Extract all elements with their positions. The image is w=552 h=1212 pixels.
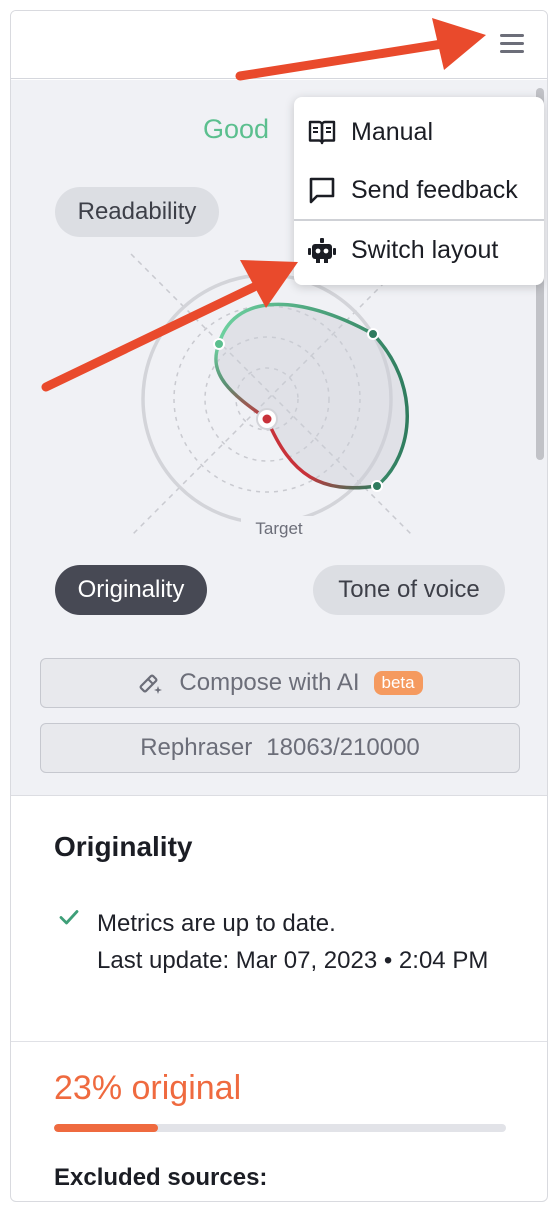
originality-pill[interactable]: Originality [55,565,207,615]
menu-item-manual[interactable]: Manual [294,103,544,161]
tone-point [367,328,379,340]
excluded-sources-label: Excluded sources: [54,1164,268,1191]
target-label: Target [255,519,303,538]
book-icon [308,120,336,145]
originality-progress-fill [54,1124,158,1132]
editor-sidebar-panel: Good Readability Target Originality Tone… [10,10,548,1202]
dropdown-menu: Manual Send feedback Switch layout [294,97,544,285]
metrics-status: Metrics are up to date. Last update: Mar… [97,905,517,979]
divider [11,1041,547,1042]
robot-icon [308,238,336,263]
rephraser-label: Rephraser [140,734,253,761]
rephraser-button[interactable]: Rephraser 18063/210000 [40,723,520,773]
original-percent-label: 23% original [54,1069,242,1107]
readability-pill[interactable]: Readability [55,187,219,237]
tone-of-voice-pill[interactable]: Tone of voice [313,565,505,615]
metrics-status-line2: Last update: Mar 07, 2023 • 2:04 PM [97,947,489,974]
compose-with-ai-button[interactable]: Compose with AI beta [40,658,520,708]
beta-badge: beta [373,671,423,695]
score-status-label: Good [203,114,270,144]
readability-point [213,338,225,350]
metrics-status-line1: Metrics are up to date. [97,910,336,937]
hamburger-icon[interactable] [497,29,527,59]
menu-item-manual-label: Manual [351,117,433,146]
check-icon [59,910,79,925]
magic-wand-icon [139,674,163,694]
menu-item-send-feedback-label: Send feedback [351,175,518,204]
feedback-icon [309,177,335,204]
top-bar [11,11,547,79]
score-radar-chart: Target [130,253,414,542]
originality-progress-bar [54,1124,506,1132]
menu-item-switch-layout[interactable]: Switch layout [294,221,544,279]
menu-item-switch-layout-label: Switch layout [351,235,499,264]
compose-label: Compose with AI [179,669,360,696]
menu-item-send-feedback[interactable]: Send feedback [294,161,544,219]
rephraser-count: 18063/210000 [266,734,420,761]
section-title: Originality [54,831,193,862]
tone-target-point [371,480,383,492]
